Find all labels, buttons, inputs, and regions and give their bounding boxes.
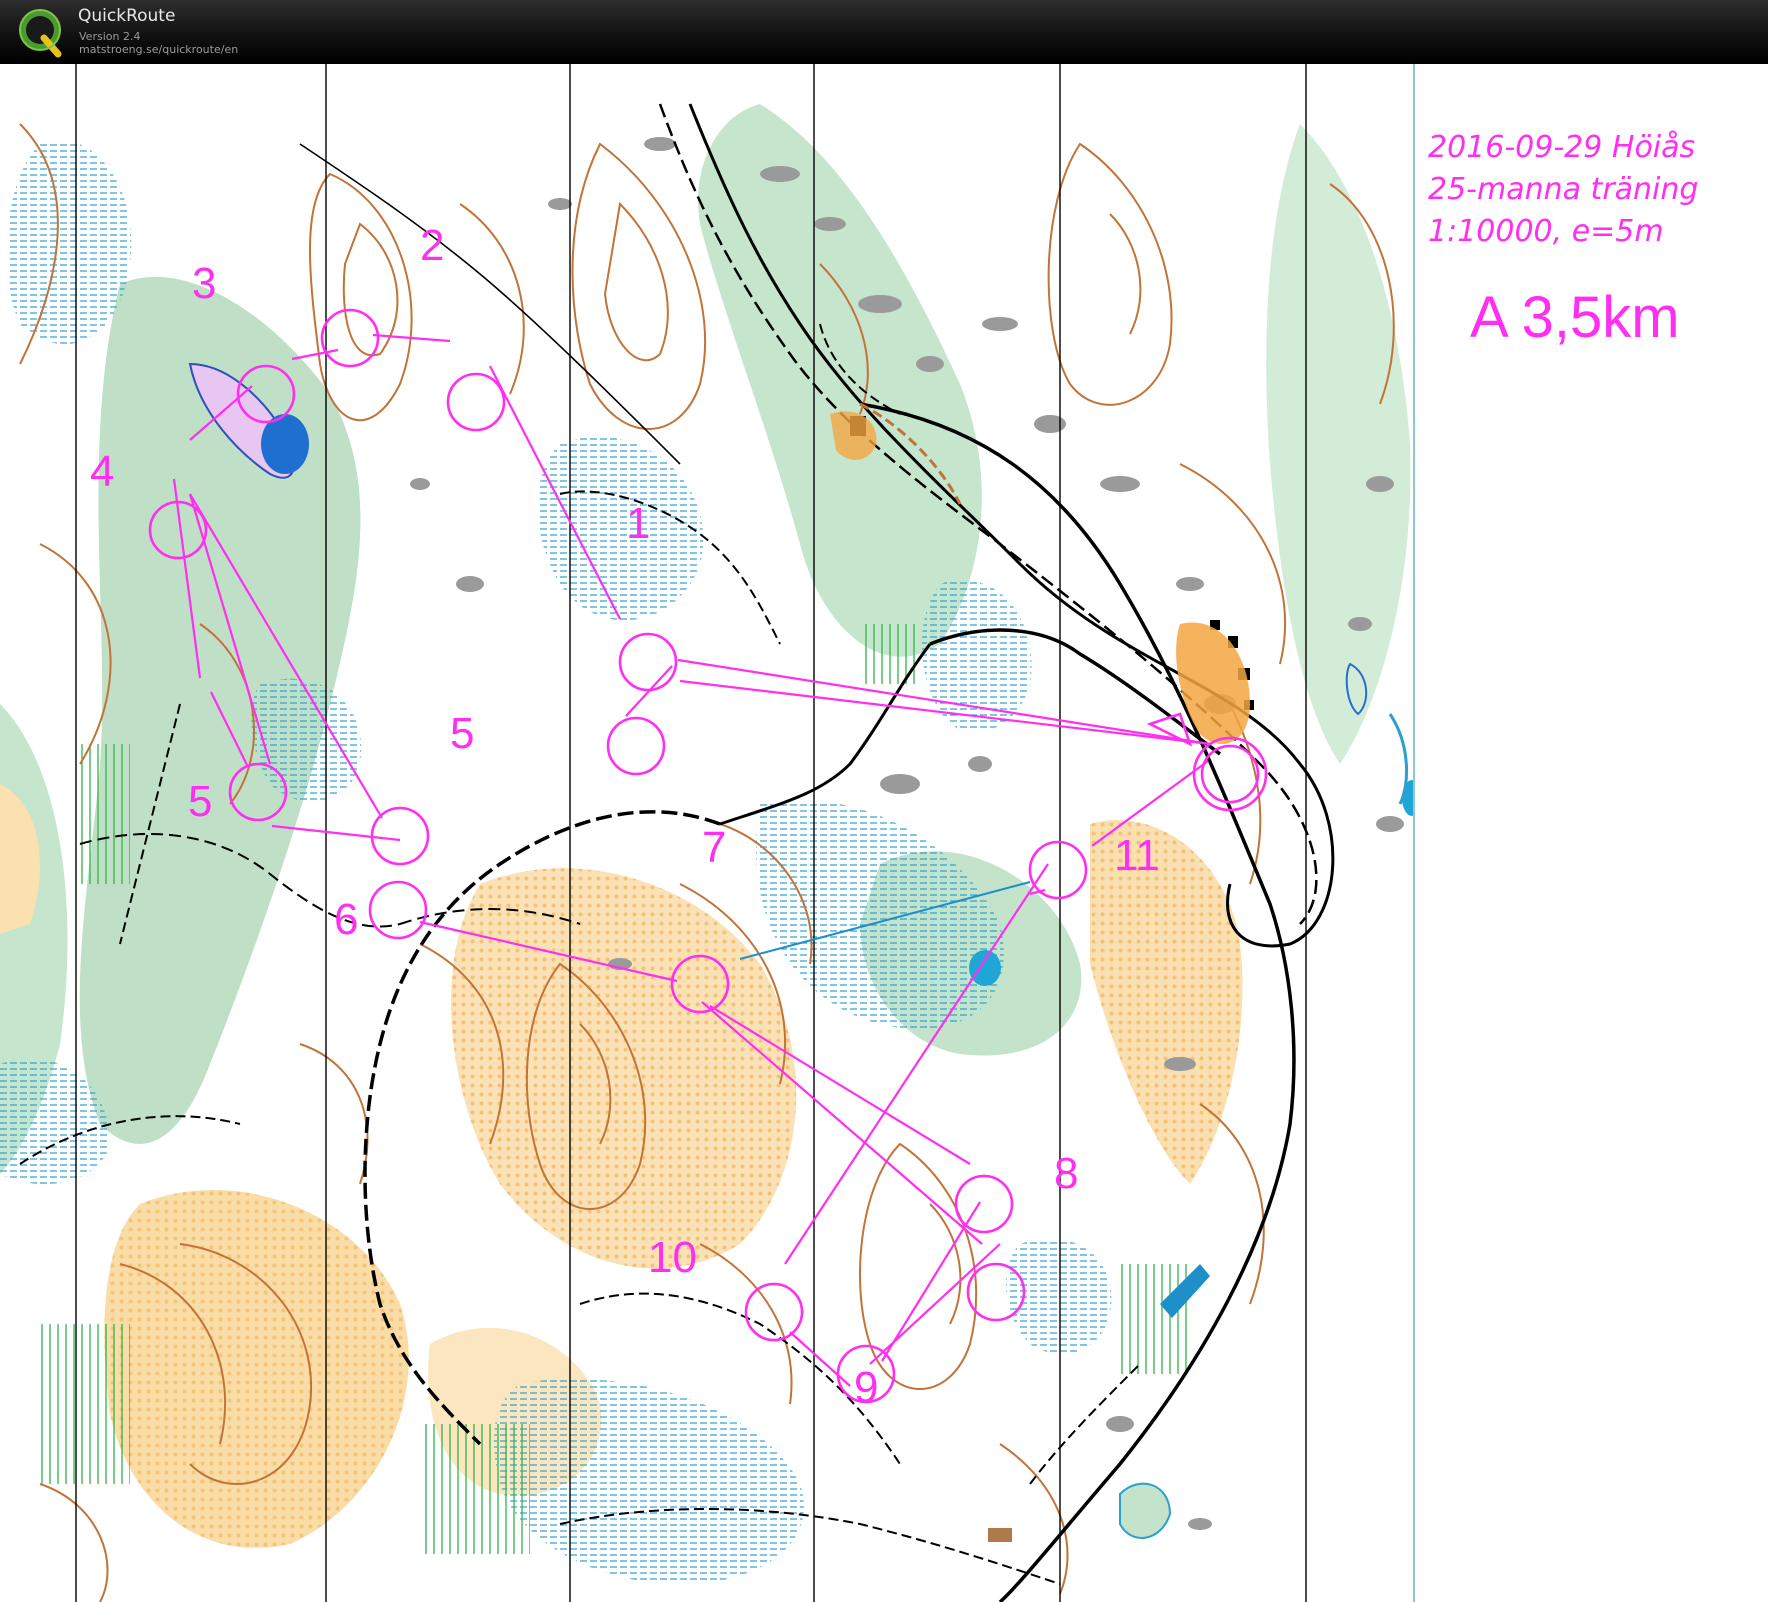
- map-info-event: 25-manna träning: [1428, 172, 1699, 207]
- control-number-3: 3: [192, 259, 217, 308]
- map-info-date-place: 2016-09-29 Höiås: [1428, 130, 1696, 165]
- control-number-8: 8: [1054, 1149, 1079, 1198]
- control-number-1: 1: [626, 499, 651, 548]
- control-number-5b: 5: [188, 777, 213, 826]
- control-number-6: 6: [334, 895, 359, 944]
- app-title: QuickRoute: [78, 6, 176, 26]
- quickroute-window: QuickRoute Version 2.4 matstroeng.se/qui…: [0, 0, 1768, 1602]
- app-version: Version 2.4: [79, 30, 141, 43]
- app-url[interactable]: matstroeng.se/quickroute/en: [79, 43, 238, 56]
- control-number-11: 11: [1114, 831, 1160, 880]
- control-number-5: 5: [450, 709, 475, 758]
- quickroute-logo-icon: [19, 9, 62, 58]
- control-number-7: 7: [702, 823, 727, 872]
- control-number-2: 2: [420, 221, 445, 270]
- course-name: A 3,5km: [1470, 285, 1680, 350]
- control-number-9: 9: [854, 1363, 879, 1412]
- control-number-4: 4: [90, 447, 115, 496]
- orienteering-map[interactable]: 2016-09-29 Höiås 25-manna träning 1:1000…: [0, 64, 1768, 1602]
- title-bar: QuickRoute Version 2.4 matstroeng.se/qui…: [0, 0, 1768, 64]
- control-number-10: 10: [648, 1233, 697, 1282]
- map-info-scale: 1:10000, e=5m: [1428, 214, 1664, 249]
